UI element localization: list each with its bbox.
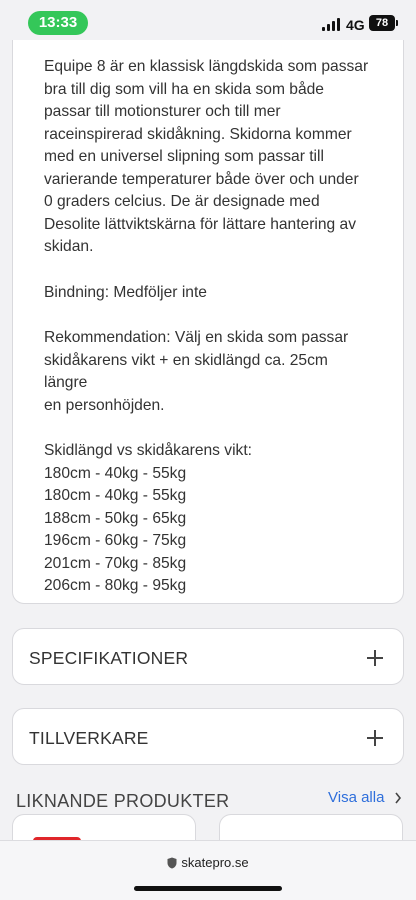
chevron-right-icon[interactable] [394, 792, 402, 804]
see-all-link[interactable]: Visa alla [328, 789, 384, 806]
cellular-signal-icon [322, 18, 342, 31]
address-bar[interactable]: skatepro.se [0, 855, 416, 870]
accordion-title: TILLVERKARE [29, 728, 149, 748]
size-row: 188cm - 50kg - 65kg [44, 509, 187, 527]
size-row: 206cm - 80kg - 95kg [44, 577, 187, 594]
plus-icon [367, 730, 383, 746]
size-row: 201cm - 70kg - 85kg [44, 554, 187, 572]
size-row: 180cm - 40kg - 55kg [44, 487, 187, 504]
shield-icon [167, 857, 177, 869]
similar-products-heading: LIKNANDE PRODUKTER [16, 791, 230, 811]
home-indicator [134, 886, 282, 891]
battery-icon: 78 [369, 15, 398, 31]
accordion-title: SPECIFIKATIONER [29, 648, 189, 668]
plus-icon [367, 650, 383, 666]
size-row: 180cm - 40kg - 55kg [44, 464, 187, 482]
recommendation: Rekommendation: Välj en skida som passar… [44, 329, 349, 414]
manufacturer-accordion[interactable]: TILLVERKARE [12, 708, 404, 765]
size-row: 196cm - 60kg - 75kg [44, 532, 187, 549]
specifications-accordion[interactable]: SPECIFIKATIONER [12, 628, 404, 685]
description-intro: Equipe 8 är en klassisk längdskida som p… [44, 58, 369, 255]
size-table: Skidlängd vs skidåkarens vikt: 180cm - 4… [44, 440, 374, 598]
browser-toolbar: skatepro.se [0, 840, 416, 900]
size-table-header: Skidlängd vs skidåkarens vikt: [44, 442, 253, 459]
url-text: skatepro.se [181, 855, 249, 870]
binding-info: Bindning: Medföljer inte [44, 283, 207, 301]
network-type: 4G [346, 17, 365, 33]
product-description: Equipe 8 är en klassisk längdskida som p… [44, 56, 374, 621]
time-indicator: 13:33 [28, 11, 88, 35]
